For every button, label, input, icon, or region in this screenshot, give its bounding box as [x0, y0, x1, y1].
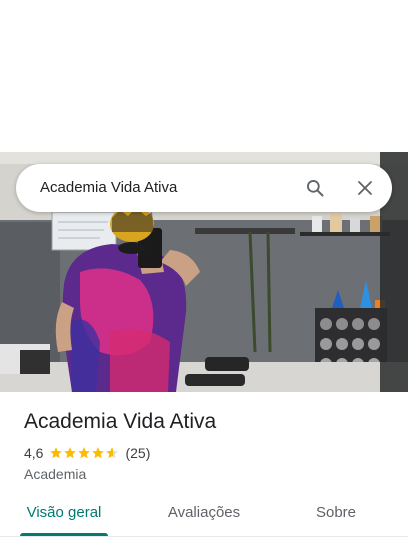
review-count[interactable]: (25)	[125, 445, 150, 461]
tab-reviews[interactable]: Avaliações	[154, 496, 254, 532]
star-icon	[78, 447, 91, 459]
star-rating	[49, 446, 119, 460]
place-tabs: Visão geral Avaliações Sobre	[0, 496, 408, 536]
tab-overview[interactable]: Visão geral	[20, 496, 108, 532]
search-bar[interactable]: Academia Vida Ativa	[16, 164, 392, 212]
place-title: Academia Vida Ativa	[24, 410, 217, 433]
tabs-divider	[0, 536, 408, 537]
rating-value: 4,6	[24, 445, 44, 461]
place-category[interactable]: Academia	[24, 465, 86, 483]
star-icon	[92, 447, 105, 459]
star-icon	[50, 447, 63, 459]
search-icon[interactable]	[303, 176, 327, 200]
search-input[interactable]: Academia Vida Ativa	[40, 164, 177, 212]
map-area-blank	[0, 0, 408, 152]
star-icon	[106, 447, 119, 459]
star-icon	[64, 447, 77, 459]
tab-about[interactable]: Sobre	[300, 496, 372, 532]
rating-row[interactable]: 4,6 (25)	[24, 444, 150, 462]
close-icon[interactable]	[353, 176, 377, 200]
